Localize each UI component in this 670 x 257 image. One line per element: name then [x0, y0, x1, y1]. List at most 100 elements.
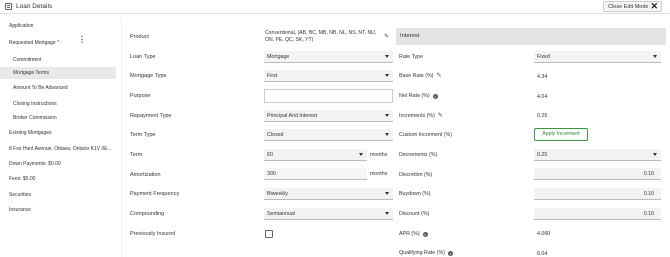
discretion-label-text: Discretion (%) [399, 172, 433, 178]
rate-type-select[interactable]: Fixed [534, 51, 661, 63]
sidebar-divider [121, 17, 122, 257]
info-icon[interactable]: i [432, 93, 438, 99]
chevron-down-icon [653, 55, 657, 58]
amortization-unit: months [370, 171, 388, 177]
decrements-value: 0.25 [537, 152, 548, 158]
chevron-down-icon [385, 133, 389, 136]
sidebar-item-mortgage-terms[interactable]: Mortgage Terms [0, 67, 116, 79]
sidebar-item-application[interactable]: Application [0, 20, 116, 32]
edit-product-icon[interactable]: ✎ [384, 33, 389, 40]
sidebar-item-securities[interactable]: Securities [0, 189, 116, 201]
product-value: Conventional, (AB, BC, MB, NB, NL, NS, N… [265, 30, 377, 43]
payment-frequency-label: Payment Frequency [130, 191, 180, 197]
sidebar-item-existing-mortgage-address[interactable]: 8 Fox Hunt Avenue, Ottawa, Ontario K1V 0… [0, 143, 112, 155]
repayment-type-select[interactable]: Principal And Interest [264, 110, 393, 122]
sidebar-item-closing-instructions[interactable]: Closing Instructions [0, 98, 116, 110]
amortization-label: Amortization [130, 172, 161, 178]
term-type-select[interactable]: Closed [264, 129, 393, 141]
compounding-label: Compounding [130, 211, 165, 217]
custom-increment-label: Custom Increment (%) [399, 130, 452, 140]
term-select[interactable]: 60 [264, 149, 367, 161]
buydown-input[interactable]: 0.10 [534, 188, 661, 200]
close-icon: ✕ [650, 1, 658, 11]
qualifying-rate-label-text: Qualifying Rate (%) [399, 250, 445, 256]
purpose-input[interactable] [264, 89, 393, 103]
discount-input[interactable]: 0.10 [534, 208, 661, 220]
sidebar-item-requested-mortgage[interactable]: Requested Mortgage ^ [0, 37, 116, 49]
apr-label: APR (%) i [399, 229, 428, 239]
discretion-input[interactable]: 0.10 [534, 168, 661, 180]
edit-increments-icon[interactable]: ✎ [438, 111, 443, 121]
loan-type-label: Loan Type [130, 54, 156, 60]
repayment-type-label: Repayment Type [130, 113, 172, 119]
apply-increment-button[interactable]: Apply Increment [534, 128, 588, 141]
base-rate-label-text: Base Rate (%) [399, 73, 434, 79]
net-rate-value: 4.04 [537, 94, 548, 100]
term-value: 60 [267, 152, 273, 158]
apr-label-text: APR (%) [399, 231, 420, 237]
previously-insured-checkbox[interactable] [265, 230, 273, 238]
amortization-input[interactable]: 300 [264, 168, 367, 180]
rate-type-value: Fixed [537, 54, 550, 60]
payment-frequency-value: Biweekly [267, 191, 288, 197]
rate-type-label: Rate Type [399, 52, 423, 62]
buydown-label: Buydown (%) [399, 189, 431, 199]
chevron-down-icon [385, 74, 389, 77]
document-icon [5, 3, 12, 10]
chevron-down-icon [385, 212, 389, 215]
sidebar-item-commitment[interactable]: Commitment [0, 54, 116, 66]
term-label: Term [130, 152, 143, 158]
compounding-select[interactable]: Semiannual [264, 208, 393, 220]
interest-section-header: Interest [396, 28, 666, 45]
increments-label: Increments (%) ✎ [399, 111, 443, 121]
increments-label-text: Increments (%) [399, 113, 435, 119]
previously-insured-label: Previously Insured [130, 231, 176, 237]
decrements-label-text: Decrements (%) [399, 152, 438, 158]
sidebar-item-broker-commission[interactable]: Broker Commission [0, 112, 116, 124]
loan-type-select[interactable]: Mortgage [264, 51, 393, 63]
sidebar: Application Requested Mortgage ^ ⋮ Commi… [0, 17, 116, 257]
mortgage-type-label: Mortgage Type [130, 73, 167, 79]
chevron-down-icon [385, 192, 389, 195]
page-title: Loan Details [16, 3, 53, 10]
chevron-down-icon [359, 153, 363, 156]
sidebar-item-down-payments[interactable]: Down Payments: $0.00 [0, 158, 116, 170]
discount-label-text: Discount (%) [399, 211, 430, 217]
discretion-label: Discretion (%) [399, 170, 432, 180]
edit-base-rate-icon[interactable]: ✎ [436, 71, 441, 81]
net-rate-label: Net Rate (%) i [399, 91, 438, 101]
payment-frequency-select[interactable]: Biweekly [264, 188, 393, 200]
base-rate-label: Base Rate (%) ✎ [399, 71, 441, 81]
product-label: Product [130, 34, 149, 40]
more-options-icon[interactable]: ⋮ [78, 36, 86, 44]
close-edit-mode-button[interactable]: Close Edit Mode ✕ [603, 1, 662, 12]
base-rate-value: 4.34 [537, 74, 548, 80]
decrements-label: Decrements (%) [399, 150, 437, 160]
decrements-select[interactable]: 0.25 [534, 149, 661, 161]
chevron-down-icon [653, 153, 657, 156]
info-icon[interactable]: i [422, 231, 428, 237]
close-edit-mode-label: Close Edit Mode [608, 3, 649, 10]
mortgage-type-value: First [267, 73, 278, 79]
qualifying-rate-label: Qualifying Rate (%) i [399, 248, 453, 257]
chevron-down-icon [385, 55, 389, 58]
sidebar-item-amount-to-be-advanced[interactable]: Amount To Be Advanced [0, 82, 116, 94]
qualifying-rate-value: 6.04 [537, 251, 548, 257]
mortgage-type-select[interactable]: First [264, 70, 393, 82]
term-unit: months [370, 152, 388, 158]
sidebar-item-fees[interactable]: Fees: $0.00 [0, 173, 116, 185]
apr-value: 4.060 [537, 231, 551, 237]
compounding-value: Semiannual [267, 211, 295, 217]
term-type-label: Term Type [130, 132, 156, 138]
repayment-type-value: Principal And Interest [267, 113, 318, 119]
sidebar-item-insurance[interactable]: Insurance [0, 204, 116, 216]
custom-increment-label-text: Custom Increment (%) [399, 132, 452, 138]
info-icon[interactable]: i [447, 250, 453, 256]
top-bar: Loan Details Close Edit Mode ✕ [0, 0, 670, 14]
purpose-label: Purpose [130, 93, 151, 99]
net-rate-label-text: Net Rate (%) [399, 93, 430, 99]
buydown-label-text: Buydown (%) [399, 191, 431, 197]
sidebar-item-existing-mortgages[interactable]: Existing Mortgages [0, 127, 116, 139]
loan-type-value: Mortgage [267, 54, 290, 60]
rate-type-label-text: Rate Type [399, 54, 424, 60]
